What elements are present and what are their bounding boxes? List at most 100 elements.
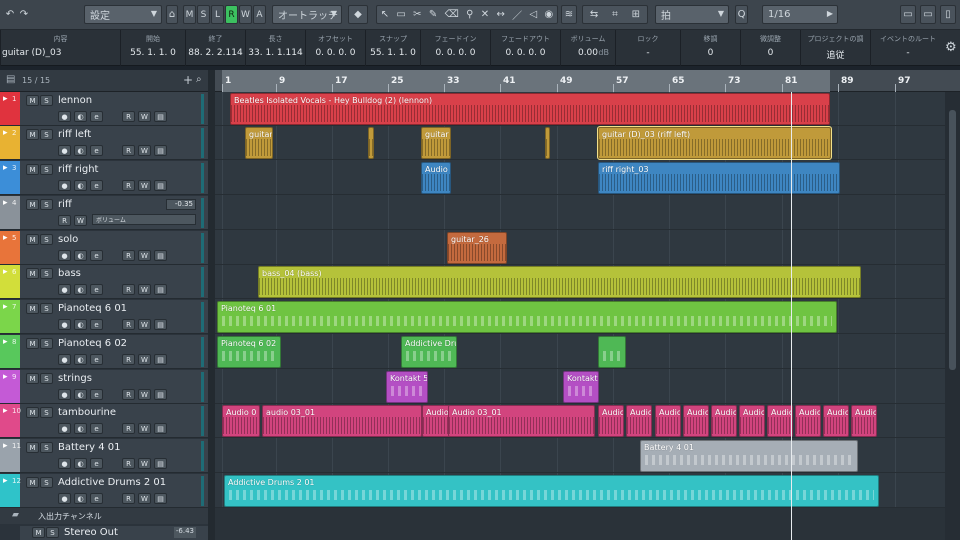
monitor-icon[interactable]: ◐ (74, 389, 87, 400)
track-color-strip[interactable]: ▸ 8 (0, 335, 20, 368)
monitor-icon[interactable]: ◐ (74, 111, 87, 122)
track-volume[interactable]: -0.35 (166, 199, 196, 210)
info-column-value[interactable]: 55. 1. 1. 0 (121, 48, 185, 58)
audio-event[interactable]: Audio 0 (711, 405, 737, 437)
track-row[interactable]: ▸ 10 M S tambourine ● ◐ e R W ▤ (0, 404, 208, 438)
time-warp-icon[interactable]: ↔ (496, 9, 504, 20)
automation-mode-a-button[interactable]: A (253, 5, 266, 24)
audio-event[interactable]: Audio 0 (683, 405, 709, 437)
write-button[interactable]: W (138, 493, 151, 504)
record-enable-icon[interactable]: ● (58, 180, 71, 191)
monitor-icon[interactable]: ◐ (74, 145, 87, 156)
info-column-value[interactable]: 追従 (801, 48, 870, 61)
track-settings-icon[interactable]: ▤ (154, 389, 167, 400)
record-enable-icon[interactable]: ● (58, 319, 71, 330)
info-column[interactable]: オフセット 0. 0. 0. 0 (305, 30, 365, 66)
audio-event[interactable]: guitar (D)_03 (riff left) (597, 126, 832, 160)
info-column[interactable]: 終了 88. 2. 2.114 (185, 30, 245, 66)
solo-button[interactable]: S (40, 303, 53, 314)
quantize-dropdown[interactable]: 1/16 ▶ (762, 5, 838, 24)
write-button[interactable]: W (138, 458, 151, 469)
read-button[interactable]: R (122, 354, 135, 365)
record-enable-icon[interactable]: ● (58, 250, 71, 261)
audio-event[interactable]: Audio 0 (739, 405, 765, 437)
track-lane[interactable] (215, 126, 945, 160)
track-lane[interactable] (215, 231, 945, 265)
listen-mode-button[interactable]: L (211, 5, 224, 24)
write-button[interactable]: W (138, 111, 151, 122)
read-button[interactable]: R (122, 250, 135, 261)
io-channel-folder[interactable]: ▰ 入出力チャンネル (0, 508, 208, 524)
track-settings-icon[interactable]: ▤ (154, 354, 167, 365)
track-settings-icon[interactable]: ▤ (154, 423, 167, 434)
track-name[interactable]: Pianoteq 6 01 (58, 303, 127, 314)
audio-event[interactable]: Audio 0 (598, 405, 624, 437)
info-column[interactable]: イベントのルート - (870, 30, 945, 66)
track-name[interactable]: tambourine (58, 407, 116, 418)
solo-mode-button[interactable]: S (197, 5, 210, 24)
solo-button[interactable]: S (40, 129, 53, 140)
audio-event[interactable]: guitar_26 (447, 232, 507, 264)
read-button[interactable]: R (58, 215, 71, 226)
info-column[interactable]: ロック - (615, 30, 680, 66)
zone-divider[interactable] (208, 70, 215, 540)
track-color-strip[interactable]: ▸ 2 (0, 126, 20, 159)
zoom-icon[interactable]: ⚲ (466, 9, 473, 20)
track-settings-icon[interactable]: ▤ (154, 493, 167, 504)
track-name[interactable]: riff left (58, 129, 91, 140)
monitor-icon[interactable]: ◐ (74, 458, 87, 469)
track-name[interactable]: Battery 4 01 (58, 442, 120, 453)
track-row[interactable]: ▸ 8 M S Pianoteq 6 02 ● ◐ e R W ▤ (0, 335, 208, 369)
info-column-value[interactable]: 33. 1. 1.114 (246, 48, 305, 58)
undo-icon[interactable]: ↶ (4, 5, 16, 24)
info-column-value[interactable]: 88. 2. 2.114 (186, 48, 245, 58)
mute-button[interactable]: M (26, 373, 39, 384)
audio-event[interactable]: Beatles Isolated Vocals - Hey Bulldog (2… (230, 93, 830, 125)
info-column-value[interactable]: - (616, 48, 680, 58)
track-color-strip[interactable]: ▸ 3 (0, 161, 20, 194)
write-button[interactable]: W (138, 145, 151, 156)
auto-scroll-icon[interactable]: ≋ (561, 5, 577, 24)
project-cursor[interactable] (791, 92, 792, 540)
monitor-icon[interactable]: ◐ (74, 423, 87, 434)
solo-button[interactable]: S (40, 477, 53, 488)
erase-icon[interactable]: ⌫ (445, 9, 459, 20)
track-row[interactable]: ▸ 1 M S lennon ● ◐ e R W ▤ (0, 92, 208, 126)
read-button[interactable]: R (122, 111, 135, 122)
quantize-q-button[interactable]: Q (735, 5, 748, 24)
track-row[interactable]: ▸ 7 M S Pianoteq 6 01 ● ◐ e R W ▤ (0, 300, 208, 334)
info-column[interactable]: スナップ 55. 1. 1. 0 (365, 30, 420, 66)
track-color-strip[interactable]: ▸ 6 (0, 265, 20, 298)
edit-icon[interactable]: e (90, 250, 103, 261)
setting-dropdown[interactable]: 設定 ▼ (84, 5, 162, 24)
write-button[interactable]: W (138, 354, 151, 365)
range-icon[interactable]: ▭ (396, 9, 405, 20)
solo-button[interactable]: S (40, 234, 53, 245)
info-column[interactable]: 長さ 33. 1. 1.114 (245, 30, 305, 66)
edit-icon[interactable]: e (90, 319, 103, 330)
automation-mode-dropdown[interactable]: オートラッチ ▼ (272, 5, 342, 24)
info-column[interactable]: プロジェクトの調 追従 (800, 30, 870, 66)
monitor-icon[interactable]: ◐ (74, 284, 87, 295)
track-settings-icon[interactable]: ▤ (154, 250, 167, 261)
solo-button[interactable]: S (40, 164, 53, 175)
audio-event[interactable]: audio 03_01 (262, 405, 422, 437)
mute-button[interactable]: M (26, 95, 39, 106)
grid-snap-icon[interactable]: ⌗ (612, 9, 618, 20)
mute-button[interactable]: M (26, 199, 39, 210)
solo-button[interactable]: S (40, 442, 53, 453)
solo-button[interactable]: S (40, 95, 53, 106)
write-button[interactable]: W (138, 284, 151, 295)
audio-event[interactable]: Audio 03_01 (448, 405, 595, 437)
mute-button[interactable]: M (26, 338, 39, 349)
record-enable-icon[interactable]: ● (58, 458, 71, 469)
solo-button[interactable]: S (40, 407, 53, 418)
line-tool-icon[interactable]: ／ (512, 7, 522, 22)
edit-icon[interactable]: e (90, 354, 103, 365)
track-name[interactable]: Addictive Drums 2 01 (58, 477, 166, 488)
info-column[interactable]: ボリューム 0.00 dB (560, 30, 615, 66)
info-column[interactable]: 移調 0 (680, 30, 740, 66)
home-icon[interactable]: ⌂ (166, 5, 178, 24)
track-name[interactable]: strings (58, 373, 92, 384)
add-track-icon[interactable]: + (183, 73, 193, 87)
